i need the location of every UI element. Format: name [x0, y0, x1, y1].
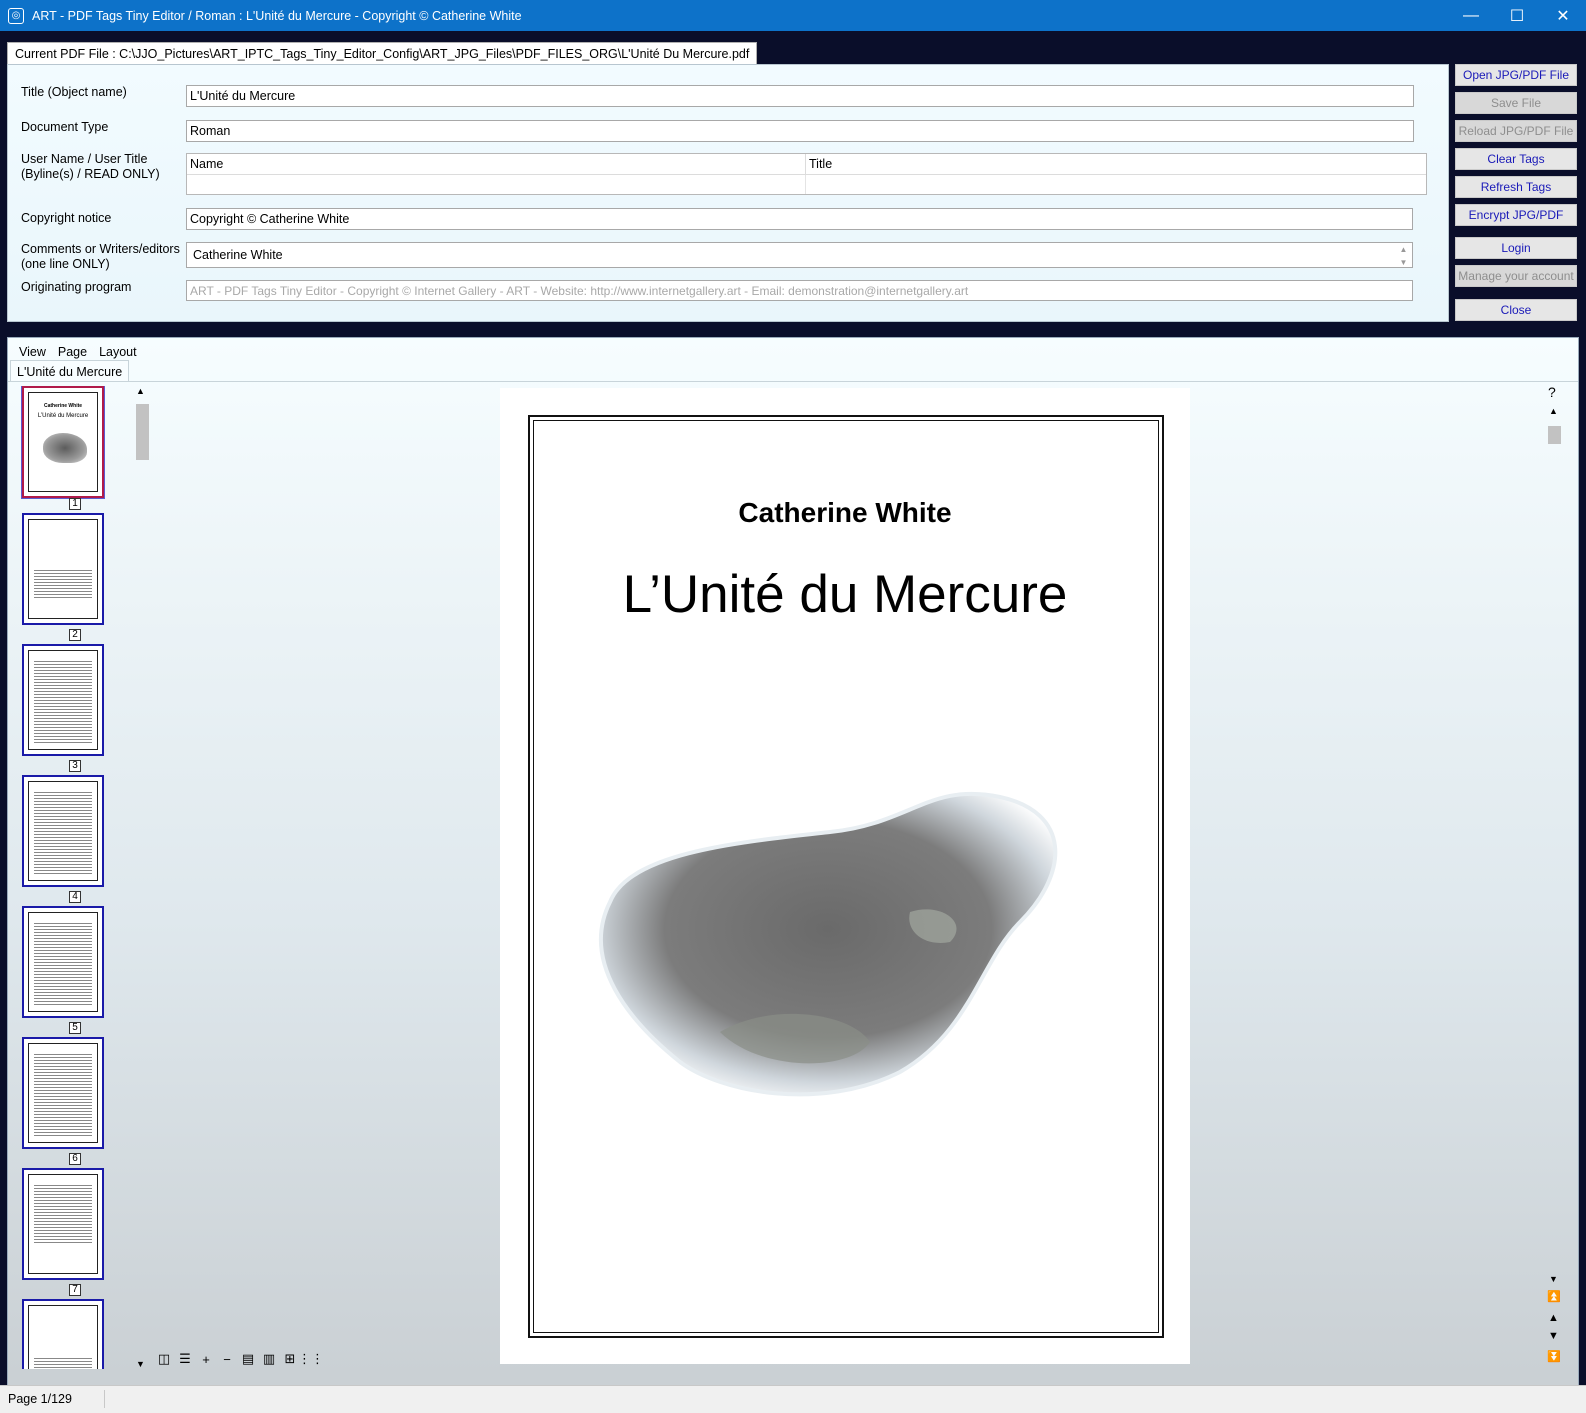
first-page-icon[interactable]: ⏫	[1547, 1290, 1561, 1303]
thumb-author: Catherine White	[43, 403, 83, 409]
scrollbar-thumb[interactable]	[1548, 426, 1561, 444]
manage-account-button[interactable]: Manage your account	[1455, 265, 1577, 287]
doctype-label: Document Type	[21, 120, 109, 134]
pdf-viewer: View Page Layout L'Unité du Mercure Cath…	[7, 337, 1579, 1397]
comments-spinner[interactable]: ▲ ▼	[1397, 245, 1410, 267]
current-file-tab[interactable]: Current PDF File : C:\JJO_Pictures\ART_I…	[7, 42, 758, 65]
scrollbar-thumb[interactable]	[136, 404, 149, 460]
thumbnail-page[interactable]	[22, 644, 104, 756]
window-titlebar: ◎ ART - PDF Tags Tiny Editor / Roman : L…	[0, 0, 1586, 31]
user-label-line2: (Byline(s) / READ ONLY)	[21, 167, 160, 181]
encrypt-button[interactable]: Encrypt JPG/PDF	[1455, 204, 1577, 226]
two-page-icon[interactable]: ⊞	[282, 1351, 298, 1367]
app-icon: ◎	[8, 7, 24, 24]
scroll-down-icon[interactable]: ▼	[1549, 1274, 1558, 1284]
mercury-droplet-image	[598, 791, 1058, 1097]
status-bar: Page 1/129	[0, 1385, 1586, 1413]
user-label-line1: User Name / User Title	[21, 152, 148, 166]
page-status: Page 1/129	[8, 1392, 72, 1406]
comments-field[interactable]: Catherine White ▲ ▼	[186, 242, 1413, 268]
page-author: Catherine White	[738, 497, 952, 528]
thumbnail-page[interactable]	[22, 513, 104, 625]
thumbnail-page[interactable]	[22, 906, 104, 1018]
comments-label: Comments or Writers/editors (one line ON…	[21, 242, 180, 272]
clear-tags-button[interactable]: Clear Tags	[1455, 148, 1577, 170]
viewer-menubar: View Page Layout	[13, 342, 143, 362]
toggle-sidebar-icon[interactable]: ◫	[156, 1351, 172, 1367]
scroll-down-icon[interactable]: ▼	[136, 1359, 145, 1369]
tab-divider	[8, 381, 1578, 382]
help-icon[interactable]: ?	[1548, 384, 1556, 400]
fit-width-icon[interactable]: ▤	[240, 1351, 256, 1367]
menu-page[interactable]: Page	[52, 342, 93, 362]
user-cell-name	[187, 175, 806, 194]
copyright-field[interactable]: Copyright © Catherine White	[186, 208, 1413, 230]
title-label: Title (Object name)	[21, 85, 127, 99]
thumbnail-number: 2	[69, 629, 81, 641]
save-file-button[interactable]: Save File	[1455, 92, 1577, 114]
menu-icon[interactable]: ☰	[177, 1351, 193, 1367]
thumbnail-number: 3	[69, 760, 81, 772]
document-tab[interactable]: L'Unité du Mercure	[10, 360, 130, 382]
maximize-icon[interactable]: ☐	[1494, 0, 1540, 31]
title-field[interactable]: L'Unité du Mercure	[186, 85, 1414, 107]
comments-value: Catherine White	[193, 248, 283, 262]
next-page-icon[interactable]: ▼	[1548, 1330, 1559, 1342]
thumbnail-page[interactable]	[22, 775, 104, 887]
user-col-title: Title	[809, 157, 833, 171]
thumbnail-number: 5	[69, 1022, 81, 1034]
comments-label-line1: Comments or Writers/editors	[21, 242, 180, 256]
last-page-icon[interactable]: ⏬	[1547, 1350, 1561, 1363]
page-scrollbar[interactable]: ? ▲ ▼ ⏫ ▲ ▼ ⏬	[1546, 384, 1562, 1369]
program-field: ART - PDF Tags Tiny Editor - Copyright ©…	[186, 280, 1413, 301]
user-table[interactable]: Name Title	[186, 153, 1427, 195]
user-label: User Name / User Title (Byline(s) / READ…	[21, 152, 160, 182]
viewer-toolbar: ◫ ☰ + − ▤ ▥ ⊞ ⋮⋮	[156, 1351, 324, 1367]
minimize-icon[interactable]: —	[1448, 0, 1494, 31]
thumbnail-number: 1	[69, 498, 81, 510]
refresh-tags-button[interactable]: Refresh Tags	[1455, 176, 1577, 198]
status-divider	[104, 1390, 105, 1408]
close-icon[interactable]: ✕	[1540, 0, 1586, 31]
spin-up-icon[interactable]: ▲	[1400, 245, 1408, 254]
page-title: L’Unité du Mercure	[622, 565, 1068, 624]
program-label: Originating program	[21, 280, 132, 294]
thumbnail-scrollbar[interactable]: ▲ ▼	[134, 386, 150, 1369]
table-row[interactable]	[187, 175, 1426, 194]
zoom-out-icon[interactable]: −	[219, 1351, 235, 1367]
thumb-mercury-image	[43, 433, 87, 463]
thumbnail-page[interactable]	[22, 1037, 104, 1149]
thumbnail-number: 4	[69, 891, 81, 903]
scroll-up-icon[interactable]: ▲	[136, 386, 145, 396]
thumbnail-pane[interactable]: Catherine White L’Unité du Mercure 1 2 3…	[16, 386, 142, 1369]
thumbnail-page[interactable]: Catherine White L’Unité du Mercure	[22, 386, 104, 498]
thumbnail-page[interactable]	[22, 1299, 104, 1369]
login-button[interactable]: Login	[1455, 237, 1577, 259]
comments-label-line2: (one line ONLY)	[21, 257, 110, 271]
thumbnail-page[interactable]	[22, 1168, 104, 1280]
prev-page-icon[interactable]: ▲	[1548, 1312, 1559, 1324]
thumb-title: L’Unité du Mercure	[37, 413, 89, 419]
tags-form-panel: Title (Object name) L'Unité du Mercure D…	[7, 64, 1449, 322]
user-table-header: Name Title	[187, 154, 1426, 175]
reload-file-button[interactable]: Reload JPG/PDF File	[1455, 120, 1577, 142]
menu-layout[interactable]: Layout	[93, 342, 143, 362]
spin-down-icon[interactable]: ▼	[1400, 258, 1408, 267]
window-title: ART - PDF Tags Tiny Editor / Roman : L'U…	[32, 8, 522, 23]
pdf-page[interactable]: Catherine White L’Unité du Mercure	[500, 388, 1190, 1364]
thumbnail-cover: Catherine White L’Unité du Mercure	[28, 392, 98, 492]
window-controls: — ☐ ✕	[1448, 0, 1586, 31]
thumbnail-number: 7	[69, 1284, 81, 1296]
close-button[interactable]: Close	[1455, 299, 1577, 321]
doctype-field[interactable]: Roman	[186, 120, 1414, 142]
scroll-up-icon[interactable]: ▲	[1549, 406, 1558, 416]
menu-view[interactable]: View	[13, 342, 52, 362]
grid-view-icon[interactable]: ⋮⋮	[298, 1351, 324, 1367]
fit-page-icon[interactable]: ▥	[261, 1351, 277, 1367]
user-col-name: Name	[187, 154, 806, 174]
thumbnail-number: 6	[69, 1153, 81, 1165]
open-file-button[interactable]: Open JPG/PDF File	[1455, 64, 1577, 86]
zoom-in-icon[interactable]: +	[198, 1351, 214, 1367]
copyright-label: Copyright notice	[21, 211, 112, 225]
